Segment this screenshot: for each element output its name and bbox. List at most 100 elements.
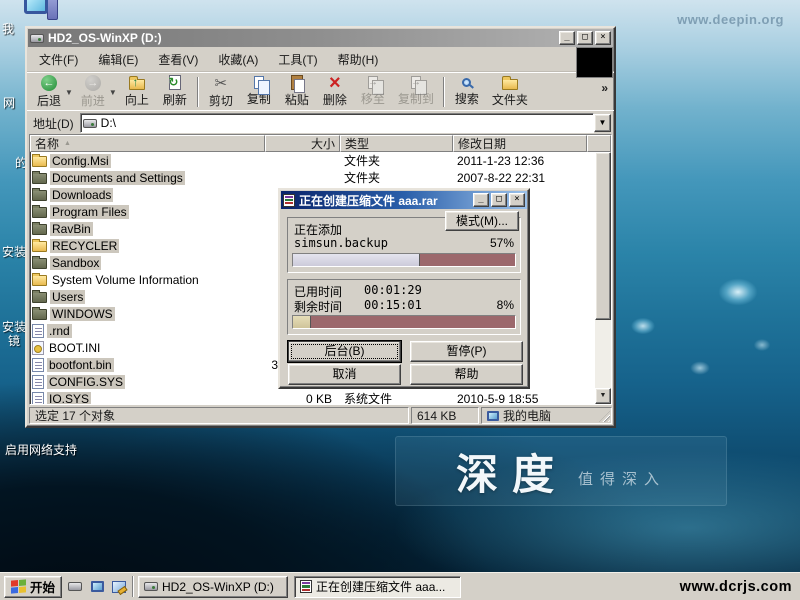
column-header-type[interactable]: 类型 <box>340 135 453 152</box>
file-progress-fill <box>293 254 420 266</box>
quicklaunch-drive-icon[interactable] <box>66 578 84 596</box>
remaining-label: 剩余时间 <box>294 298 342 315</box>
file-row[interactable]: Documents and Settings文件夹2007-8-22 22:31 <box>30 169 595 186</box>
menu-item[interactable]: 收藏(A) <box>208 49 268 70</box>
taskbar: 开始 HD2_OS-WinXP (D:)正在创建压缩文件 aaa... www.… <box>0 572 800 600</box>
taskbar-task-button[interactable]: 正在创建压缩文件 aaa... <box>294 576 461 598</box>
file-name-cell: BOOT.INI <box>30 341 265 355</box>
status-selected-text: 选定 17 个对象 <box>35 407 115 424</box>
start-button[interactable]: 开始 <box>4 576 62 598</box>
file-name-cell: Users <box>30 290 265 304</box>
winrar-icon <box>283 194 295 207</box>
close-button[interactable]: × <box>509 193 525 207</box>
minimize-button[interactable]: _ <box>473 193 489 207</box>
toolbar-button-label: 后退 <box>37 92 61 109</box>
quicklaunch-show-desktop-icon[interactable] <box>110 578 128 596</box>
toolbar-overflow-chevron[interactable]: » <box>601 81 608 95</box>
my-computer-desktop-icon[interactable] <box>24 0 58 22</box>
desktop-icon-label[interactable]: 我 <box>2 20 14 37</box>
toolbar-button-cut[interactable]: 剪切 <box>202 75 240 109</box>
current-file-name: simsun.backup <box>294 236 388 250</box>
column-header-label: 修改日期 <box>458 135 506 152</box>
up-icon: ↑ <box>128 76 145 90</box>
toolbar-button-refresh[interactable]: ↻刷新 <box>156 75 194 109</box>
scroll-down-button[interactable]: ▼ <box>595 388 611 404</box>
menu-item[interactable]: 查看(V) <box>148 49 208 70</box>
file-date-cell: 2011-1-23 12:36 <box>453 154 587 168</box>
total-percent: 8% <box>497 298 514 312</box>
file-name: IO.SYS <box>47 392 91 406</box>
address-value: D:\ <box>101 116 116 130</box>
toolbar-button-up[interactable]: ↑向上 <box>118 75 156 109</box>
file-date-cell: 2010-5-9 18:55 <box>453 392 587 406</box>
dropdown-caret-icon[interactable]: ▼ <box>65 86 73 97</box>
background-button[interactable]: 后台(B) <box>288 341 401 362</box>
address-input[interactable]: D:\ <box>80 113 594 133</box>
file-progress-bar <box>292 253 516 267</box>
file-date-cell: 2007-8-22 22:31 <box>453 171 587 185</box>
scrollbar-thumb[interactable] <box>595 152 611 320</box>
file-row[interactable]: Config.Msi文件夹2011-1-23 12:36 <box>30 152 595 169</box>
menu-item[interactable]: 文件(F) <box>29 49 88 70</box>
watermark-subtitle: 值得深入 <box>578 468 666 489</box>
dropdown-caret-icon[interactable]: ▼ <box>109 86 117 97</box>
minimize-button[interactable]: _ <box>559 31 575 45</box>
menu-item[interactable]: 编辑(E) <box>88 49 148 70</box>
desktop-icon-label[interactable]: 安装 <box>2 243 26 260</box>
file-name-cell: CONFIG.SYS <box>30 375 265 389</box>
winrar-dialog-titlebar[interactable]: 正在创建压缩文件 aaa.rar _ □ × <box>281 191 527 209</box>
file-icon <box>32 341 44 355</box>
quicklaunch-my-computer-icon[interactable] <box>88 578 106 596</box>
toolbar-button-label: 剪切 <box>209 92 233 109</box>
column-header-name[interactable]: 名称▲ <box>30 135 265 152</box>
toolbar-button-copyto: 复制到 <box>392 75 440 109</box>
close-button[interactable]: × <box>595 31 611 45</box>
resize-grip[interactable] <box>599 411 610 422</box>
desktop-icon-label[interactable]: 镜 <box>8 332 20 349</box>
task-button-area: HD2_OS-WinXP (D:) 正在创建压缩文件 aaa... <box>138 576 461 598</box>
taskbar-task-button[interactable]: HD2_OS-WinXP (D:) <box>138 576 288 598</box>
toolbar-button-label: 前进 <box>81 92 105 109</box>
file-name: CONFIG.SYS <box>47 375 125 389</box>
toolbar-button-delete[interactable]: 删除 <box>316 75 354 109</box>
explorer-titlebar[interactable]: HD2_OS-WinXP (D:) _ □ × <box>28 29 613 47</box>
file-name-cell: System Volume Information <box>30 273 265 287</box>
toolbar-button-moveto: 移至 <box>354 75 392 109</box>
column-header-label: 类型 <box>345 135 369 152</box>
file-name-cell: WINDOWS <box>30 307 265 321</box>
desktop-icon-label[interactable]: 网 <box>3 94 15 111</box>
address-dropdown-button[interactable]: ▼ <box>594 114 611 132</box>
toolbar-button-search[interactable]: 搜索 <box>448 75 486 109</box>
maximize-button[interactable]: □ <box>577 31 593 45</box>
column-header-filler <box>587 135 611 152</box>
file-name: System Volume Information <box>50 273 201 287</box>
file-name-cell: Config.Msi <box>30 154 265 168</box>
watermark-title: 深度 <box>456 441 568 502</box>
toolbar-button-folders[interactable]: 文件夹 <box>486 75 534 109</box>
file-name: BOOT.INI <box>47 341 102 355</box>
mode-button[interactable]: 模式(M)... <box>445 211 519 231</box>
menu-item[interactable]: 工具(T) <box>268 49 327 70</box>
column-header-size[interactable]: 大小 <box>265 135 340 152</box>
address-bar: 地址(D) D:\ ▼ <box>27 110 614 135</box>
task-button-label: HD2_OS-WinXP (D:) <box>162 580 274 594</box>
menu-item[interactable]: 帮助(H) <box>328 49 389 70</box>
file-icon <box>32 392 44 406</box>
file-row[interactable]: IO.SYS0 KB系统文件2010-5-9 18:55 <box>30 390 595 405</box>
toolbar-button-back[interactable]: ←后退 <box>30 75 68 109</box>
help-button[interactable]: 帮助 <box>410 364 523 385</box>
paste-icon <box>288 75 305 90</box>
cancel-button[interactable]: 取消 <box>288 364 401 385</box>
column-header-date[interactable]: 修改日期 <box>453 135 587 152</box>
maximize-button[interactable]: □ <box>491 193 507 207</box>
toolbar-button-copy[interactable]: 复制 <box>240 75 278 109</box>
toolbar-button-label: 搜索 <box>455 90 479 107</box>
toolbar-separator <box>443 77 445 107</box>
desktop-icon-label[interactable]: 启用网络支持 <box>5 441 77 458</box>
vertical-scrollbar[interactable]: ▲ ▼ <box>595 135 611 404</box>
file-name-cell: RavBin <box>30 222 265 236</box>
file-type-cell: 系统文件 <box>340 390 453 405</box>
pause-button[interactable]: 暂停(P) <box>410 341 523 362</box>
toolbar-button-paste[interactable]: 粘贴 <box>278 75 316 109</box>
file-type-cell: 文件夹 <box>340 169 453 186</box>
